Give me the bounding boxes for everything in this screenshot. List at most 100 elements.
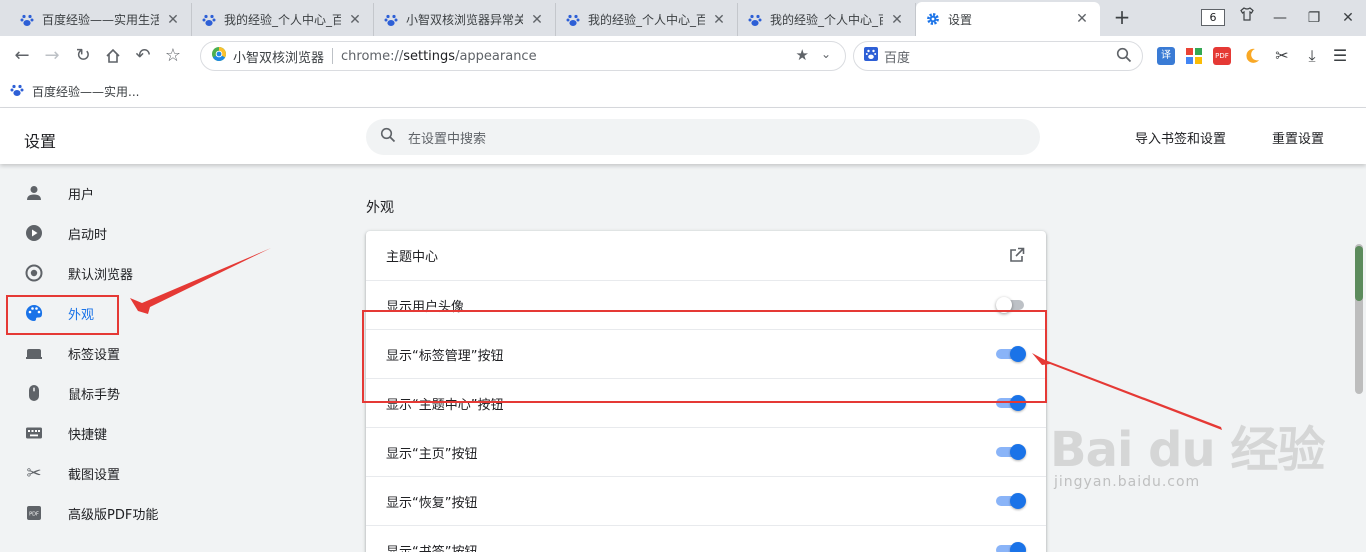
show-bookmarks-toggle[interactable] <box>996 542 1026 552</box>
tab-settings[interactable]: 设置 ✕ <box>916 2 1100 36</box>
open-external-icon[interactable] <box>1008 246 1026 268</box>
tab-title: 设置 <box>948 12 973 27</box>
bookmark-label: 百度经验——实用... <box>32 85 140 99</box>
tab-title: 我的经验_个人中心_百 <box>770 13 883 27</box>
bookmark-star-icon[interactable]: ☆ <box>161 44 185 68</box>
translate-icon[interactable]: 译 <box>1157 47 1175 65</box>
menu-icon[interactable]: ☰ <box>1331 47 1349 65</box>
skin-icon[interactable] <box>1235 6 1259 30</box>
url-text[interactable]: chrome://settings/appearance <box>341 49 537 64</box>
close-window-button[interactable]: ✕ <box>1336 6 1360 30</box>
tab-icon <box>24 343 44 363</box>
person-icon <box>24 183 44 203</box>
star-icon[interactable]: ★ <box>796 46 809 64</box>
close-icon[interactable]: ✕ <box>711 12 727 28</box>
forward-arrow-icon[interactable]: → <box>40 44 64 68</box>
toolbar: ← → ↻ ↶ ☆ 小智双核浏览器 chrome://settings/appe… <box>0 36 1366 76</box>
sidebar-item-screenshot[interactable]: ✂ 截图设置 <box>0 453 250 493</box>
pdf-icon[interactable]: PDF <box>1213 47 1231 65</box>
browser-icon <box>24 263 44 283</box>
download-icon[interactable]: ⤓ <box>1303 47 1321 65</box>
tab-baidu-jingyan[interactable]: 百度经验——实用生活 ✕ <box>10 3 192 36</box>
close-icon[interactable]: ✕ <box>165 12 181 28</box>
import-bookmarks-link[interactable]: 导入书签和设置 <box>1135 128 1226 147</box>
tab-my-jingyan-1[interactable]: 我的经验_个人中心_百 ✕ <box>192 3 374 36</box>
appearance-card: 主题中心 显示用户头像 显示“标签管理”按钮 显示“主题中心”按钮 显示“主页”… <box>366 231 1046 552</box>
tab-my-jingyan-2[interactable]: 我的经验_个人中心_百 ✕ <box>556 3 738 36</box>
search-engine-box[interactable]: 百度 <box>853 41 1143 71</box>
search-engine-label: 百度 <box>884 50 911 66</box>
sidebar-item-default-browser[interactable]: 默认浏览器 <box>0 253 250 293</box>
sidebar-item-shortcuts[interactable]: 快捷键 <box>0 413 250 453</box>
show-avatar-toggle[interactable] <box>996 297 1026 313</box>
moon-icon[interactable] <box>1243 47 1261 65</box>
toggle-knob <box>996 297 1012 313</box>
settings-sidebar: 用户 启动时 默认浏览器 外观 标签设置 鼠标手势 快捷键 ✂ 截图设置 PDF… <box>0 164 250 552</box>
maximize-button[interactable]: ❐ <box>1302 6 1326 30</box>
sidebar-item-label: 标签设置 <box>68 347 121 363</box>
sidebar-item-mouse-gestures[interactable]: 鼠标手势 <box>0 373 250 413</box>
theme-center-row[interactable]: 主题中心 <box>366 231 1046 280</box>
divider <box>332 48 334 64</box>
toggle-knob <box>1010 493 1026 509</box>
tab-strip: 百度经验——实用生活 ✕ 我的经验_个人中心_百 ✕ 小智双核浏览器异常关 ✕ … <box>0 0 1366 36</box>
apps-grid-icon[interactable] <box>1185 47 1203 65</box>
show-theme-center-toggle[interactable] <box>996 395 1026 411</box>
search-icon[interactable] <box>1116 47 1132 67</box>
baidu-paw-icon <box>20 13 34 27</box>
close-icon[interactable]: ✕ <box>529 12 545 28</box>
home-icon[interactable] <box>101 44 125 68</box>
url-host: settings <box>403 48 456 64</box>
show-tab-manager-row: 显示“标签管理”按钮 <box>366 329 1046 378</box>
sidebar-item-label: 启动时 <box>68 227 108 243</box>
new-tab-button[interactable]: + <box>1110 6 1134 30</box>
page-scrollbar[interactable] <box>1350 164 1366 552</box>
row-label: 显示“主题中心”按钮 <box>386 397 504 413</box>
show-avatar-row: 显示用户头像 <box>366 280 1046 329</box>
tab-my-jingyan-3[interactable]: 我的经验_个人中心_百 ✕ <box>738 3 916 36</box>
search-placeholder: 在设置中搜索 <box>408 131 487 147</box>
settings-search-input[interactable]: 在设置中搜索 <box>366 119 1040 155</box>
sidebar-item-label: 外观 <box>68 307 95 323</box>
tab-count-badge[interactable]: 6 <box>1201 9 1225 26</box>
show-home-toggle[interactable] <box>996 444 1026 460</box>
baidu-paw-icon <box>202 13 216 27</box>
close-icon[interactable]: ✕ <box>347 12 363 28</box>
tab-xiaozhi-browser[interactable]: 小智双核浏览器异常关 ✕ <box>374 3 556 36</box>
pdf-icon: PDF <box>24 503 44 523</box>
sidebar-item-label: 默认浏览器 <box>68 267 134 283</box>
close-icon[interactable]: ✕ <box>1074 11 1090 27</box>
sidebar-item-label: 截图设置 <box>68 467 121 483</box>
chevron-down-icon[interactable]: ⌄ <box>821 47 831 61</box>
scissors-icon: ✂ <box>26 462 42 484</box>
url-path: /appearance <box>455 48 537 64</box>
scissors-icon[interactable]: ✂ <box>1273 47 1291 65</box>
minimize-button[interactable]: — <box>1268 6 1292 30</box>
restore-icon[interactable]: ↶ <box>131 44 155 68</box>
back-arrow-icon[interactable]: ← <box>10 44 34 68</box>
browser-name: 小智双核浏览器 <box>233 50 325 66</box>
reset-settings-link[interactable]: 重置设置 <box>1272 128 1324 147</box>
address-bar[interactable]: 小智双核浏览器 chrome://settings/appearance ★ ⌄ <box>200 41 846 71</box>
close-icon[interactable]: ✕ <box>889 12 905 28</box>
bookmark-item[interactable]: 百度经验——实用... <box>10 83 139 100</box>
show-restore-row: 显示“恢复”按钮 <box>366 476 1046 525</box>
svg-text:PDF: PDF <box>29 512 39 518</box>
scrollbar-thumb-highlight <box>1355 246 1363 301</box>
reload-icon[interactable]: ↻ <box>71 44 95 68</box>
sidebar-item-pdf[interactable]: PDF 高级版PDF功能 <box>0 493 250 533</box>
show-home-row: 显示“主页”按钮 <box>366 427 1046 476</box>
bookmark-bar: 百度经验——实用... <box>0 76 1366 108</box>
sidebar-item-user[interactable]: 用户 <box>0 173 250 213</box>
sidebar-item-label: 快捷键 <box>68 427 108 443</box>
sidebar-item-startup[interactable]: 启动时 <box>0 213 250 253</box>
sidebar-item-tab-settings[interactable]: 标签设置 <box>0 333 250 373</box>
tab-title: 我的经验_个人中心_百 <box>224 13 341 27</box>
tab-title: 百度经验——实用生活 <box>42 13 159 27</box>
sidebar-item-label: 用户 <box>68 187 95 203</box>
row-label: 显示“恢复”按钮 <box>386 495 478 511</box>
sidebar-item-appearance[interactable]: 外观 <box>0 293 250 333</box>
row-label: 显示“主页”按钮 <box>386 446 478 462</box>
show-tab-manager-toggle[interactable] <box>996 346 1026 362</box>
show-restore-toggle[interactable] <box>996 493 1026 509</box>
